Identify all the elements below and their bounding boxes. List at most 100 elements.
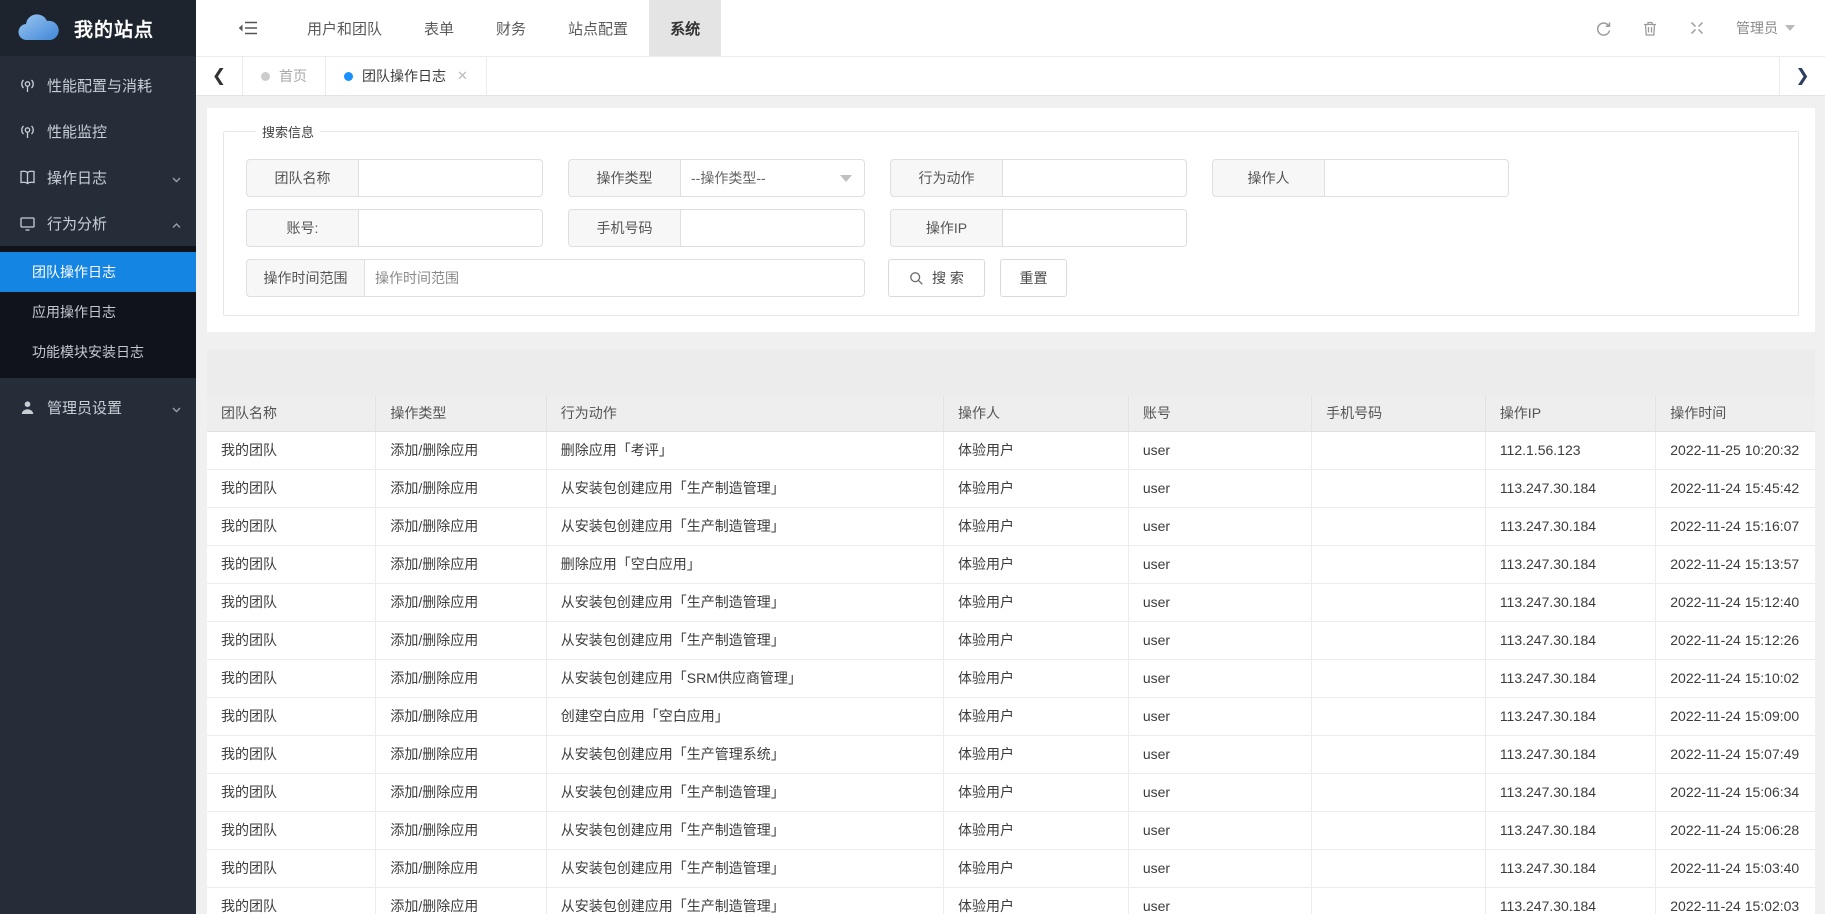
sidebar-item-operation-log[interactable]: 操作日志 (0, 154, 196, 200)
sidebar-item-performance-monitor[interactable]: 性能监控 (0, 108, 196, 154)
page-tab-team-operation-log[interactable]: 团队操作日志 ✕ (326, 57, 487, 95)
table-row[interactable]: 我的团队 添加/删除应用 从安装包创建应用「生产制造管理」 体验用户 user … (207, 773, 1815, 811)
col-time[interactable]: 操作时间 (1656, 396, 1815, 431)
table-row[interactable]: 我的团队 添加/删除应用 从安装包创建应用「生产制造管理」 体验用户 user … (207, 849, 1815, 887)
account-field-group: 账号: (246, 209, 543, 247)
search-button[interactable]: 搜 索 (888, 259, 985, 297)
operation-type-select[interactable]: --操作类型-- (680, 159, 865, 197)
col-action[interactable]: 行为动作 (546, 396, 943, 431)
cell-action: 从安装包创建应用「生产制造管理」 (546, 773, 943, 811)
cell-team-name: 我的团队 (207, 545, 376, 583)
reset-button-label: 重置 (1020, 268, 1048, 288)
sidebar-subitem-module-install-log[interactable]: 功能模块安装日志 (0, 332, 196, 372)
nav-tab-label: 系统 (670, 18, 700, 39)
ip-input[interactable] (1002, 209, 1187, 247)
cell-action: 从安装包创建应用「生产制造管理」 (546, 887, 943, 914)
operation-type-label: 操作类型 (568, 159, 680, 197)
col-operation-type[interactable]: 操作类型 (376, 396, 546, 431)
cell-operation-type: 添加/删除应用 (376, 697, 546, 735)
table-row[interactable]: 我的团队 添加/删除应用 从安装包创建应用「生产制造管理」 体验用户 user … (207, 887, 1815, 914)
col-operator[interactable]: 操作人 (943, 396, 1128, 431)
cell-phone (1312, 697, 1486, 735)
menu-fold-icon[interactable] (238, 20, 258, 36)
search-icon (909, 271, 924, 286)
page-tab-home[interactable]: 首页 (242, 57, 326, 95)
col-team-name[interactable]: 团队名称 (207, 396, 376, 431)
account-label: 账号: (246, 209, 358, 247)
cell-account: user (1128, 887, 1311, 914)
cell-account: user (1128, 773, 1311, 811)
sidebar-item-admin-settings[interactable]: 管理员设置 (0, 384, 196, 430)
cell-team-name: 我的团队 (207, 431, 376, 469)
sidebar-subitem-app-operation-log[interactable]: 应用操作日志 (0, 292, 196, 332)
nav-tab-system[interactable]: 系统 (649, 0, 721, 56)
sidebar-item-label: 行为分析 (47, 213, 171, 234)
cell-operator: 体验用户 (943, 659, 1128, 697)
cell-account: user (1128, 545, 1311, 583)
operator-input[interactable] (1324, 159, 1509, 197)
log-table-panel: 团队名称 操作类型 行为动作 操作人 账号 手机号码 操作IP 操作时间 我的团… (207, 349, 1815, 914)
table-row[interactable]: 我的团队 添加/删除应用 从安装包创建应用「生产制造管理」 体验用户 user … (207, 621, 1815, 659)
logo[interactable]: 我的站点 (0, 0, 196, 56)
table-row[interactable]: 我的团队 添加/删除应用 创建空白应用「空白应用」 体验用户 user 113.… (207, 697, 1815, 735)
time-range-field-group: 操作时间范围 (246, 259, 865, 297)
action-input[interactable] (1002, 159, 1187, 197)
cell-operation-type: 添加/删除应用 (376, 469, 546, 507)
page-tab-label: 首页 (279, 66, 307, 86)
table-row[interactable]: 我的团队 添加/删除应用 删除应用「考评」 体验用户 user 112.1.56… (207, 431, 1815, 469)
ip-field-group: 操作IP (890, 209, 1187, 247)
table-row[interactable]: 我的团队 添加/删除应用 从安装包创建应用「SRM供应商管理」 体验用户 use… (207, 659, 1815, 697)
refresh-icon[interactable] (1595, 20, 1612, 37)
col-account[interactable]: 账号 (1128, 396, 1311, 431)
reset-button[interactable]: 重置 (1000, 259, 1067, 297)
cell-team-name: 我的团队 (207, 659, 376, 697)
table-row[interactable]: 我的团队 添加/删除应用 从安装包创建应用「生产制造管理」 体验用户 user … (207, 469, 1815, 507)
table-toolbar (207, 349, 1815, 396)
nav-tab-forms[interactable]: 表单 (403, 0, 475, 56)
sidebar-subitem-team-operation-log[interactable]: 团队操作日志 (0, 252, 196, 292)
fullscreen-icon[interactable] (1689, 20, 1706, 37)
user-menu[interactable]: 管理员 (1736, 18, 1795, 38)
cell-time: 2022-11-24 15:06:28 (1656, 811, 1815, 849)
col-phone[interactable]: 手机号码 (1312, 396, 1486, 431)
team-name-input[interactable] (358, 159, 543, 197)
account-input[interactable] (358, 209, 543, 247)
sidebar-subitem-label: 应用操作日志 (32, 302, 116, 322)
close-icon[interactable]: ✕ (457, 68, 468, 84)
cell-action: 从安装包创建应用「生产制造管理」 (546, 849, 943, 887)
tabs-scroll-right-icon[interactable]: ❯ (1779, 57, 1825, 95)
broadcast-icon (19, 123, 36, 140)
table-row[interactable]: 我的团队 添加/删除应用 从安装包创建应用「生产管理系统」 体验用户 user … (207, 735, 1815, 773)
table-row[interactable]: 我的团队 添加/删除应用 删除应用「空白应用」 体验用户 user 113.24… (207, 545, 1815, 583)
cell-phone (1312, 735, 1486, 773)
trash-icon[interactable] (1642, 20, 1659, 37)
cell-phone (1312, 507, 1486, 545)
nav-tab-users-teams[interactable]: 用户和团队 (286, 0, 403, 56)
cell-time: 2022-11-24 15:13:57 (1656, 545, 1815, 583)
tabs-scroll-left-icon[interactable]: ❮ (196, 57, 242, 95)
col-ip[interactable]: 操作IP (1485, 396, 1655, 431)
operation-type-selected-value: --操作类型-- (691, 168, 766, 188)
table-row[interactable]: 我的团队 添加/删除应用 从安装包创建应用「生产制造管理」 体验用户 user … (207, 507, 1815, 545)
select-caret-icon (840, 175, 852, 182)
cell-account: user (1128, 849, 1311, 887)
cell-ip: 113.247.30.184 (1485, 735, 1655, 773)
nav-tab-finance[interactable]: 财务 (475, 0, 547, 56)
log-table-body: 我的团队 添加/删除应用 删除应用「考评」 体验用户 user 112.1.56… (207, 431, 1815, 914)
nav-tab-site-config[interactable]: 站点配置 (547, 0, 649, 56)
log-table: 团队名称 操作类型 行为动作 操作人 账号 手机号码 操作IP 操作时间 我的团… (207, 396, 1815, 914)
phone-input[interactable] (680, 209, 865, 247)
cell-ip: 113.247.30.184 (1485, 697, 1655, 735)
table-row[interactable]: 我的团队 添加/删除应用 从安装包创建应用「生产制造管理」 体验用户 user … (207, 811, 1815, 849)
cell-action: 从安装包创建应用「生产制造管理」 (546, 507, 943, 545)
sidebar-item-label: 操作日志 (47, 167, 171, 188)
sidebar-item-performance-config[interactable]: 性能配置与消耗 (0, 62, 196, 108)
time-range-input[interactable] (364, 259, 865, 297)
cell-phone (1312, 469, 1486, 507)
cell-time: 2022-11-24 15:02:03 (1656, 887, 1815, 914)
cell-operator: 体验用户 (943, 583, 1128, 621)
table-row[interactable]: 我的团队 添加/删除应用 从安装包创建应用「生产制造管理」 体验用户 user … (207, 583, 1815, 621)
team-name-label: 团队名称 (246, 159, 358, 197)
cell-phone (1312, 545, 1486, 583)
sidebar-item-behavior-analysis[interactable]: 行为分析 (0, 200, 196, 246)
